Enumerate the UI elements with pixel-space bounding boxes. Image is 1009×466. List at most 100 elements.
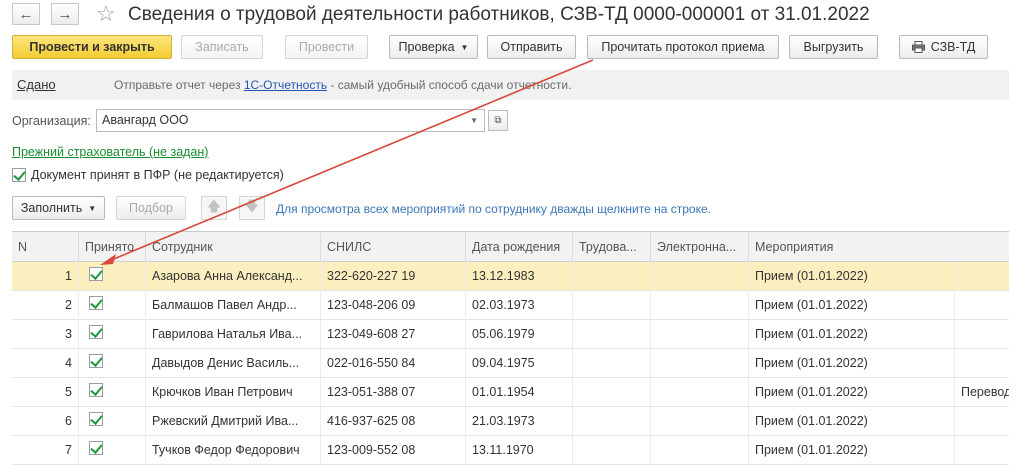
cell-workbook [573, 262, 651, 291]
open-organization-button[interactable]: ⧉ [488, 110, 508, 131]
cell-extra [955, 320, 1009, 349]
accepted-checkbox[interactable] [12, 168, 26, 182]
cell-extra [955, 436, 1009, 465]
cell-birthdate: 13.11.1970 [466, 436, 573, 465]
save-button[interactable]: Записать [181, 35, 263, 59]
fill-button-label: Заполнить [20, 201, 83, 215]
organization-label: Организация: [12, 114, 91, 128]
accepted-checkbox-row[interactable]: Документ принят в ПФР (не редактируется) [12, 168, 284, 182]
cell-accepted [79, 349, 146, 378]
cell-birthdate: 13.12.1983 [466, 262, 573, 291]
read-protocol-button[interactable]: Прочитать протокол приема [587, 35, 779, 59]
accepted-checkbox[interactable] [89, 412, 103, 426]
accepted-checkbox[interactable] [89, 354, 103, 368]
select-button[interactable]: Подбор [116, 196, 186, 220]
star-icon[interactable]: ☆ [96, 1, 116, 27]
cell-events: Прием (01.01.2022) [749, 320, 955, 349]
move-up-button[interactable]: 🡅 [201, 196, 227, 220]
cell-events: Прием (01.01.2022) [749, 262, 955, 291]
cell-electronic [651, 262, 749, 291]
chevron-down-icon: ▼ [88, 203, 97, 213]
table-row[interactable]: 1 Азарова Анна Александ... 322-620-227 19 1… [12, 262, 1009, 291]
fill-button[interactable]: Заполнить ▼ [12, 196, 105, 220]
table-row[interactable]: 6 Ржевский Дмитрий Ива... 416-937-625 08 21… [12, 407, 1009, 436]
back-button[interactable]: ← [12, 3, 40, 25]
cell-n: 3 [12, 320, 79, 349]
cell-n: 7 [12, 436, 79, 465]
cell-electronic [651, 320, 749, 349]
info-text: Отправьте отчет через 1С-Отчетность - са… [114, 78, 571, 92]
cell-birthdate: 09.04.1975 [466, 349, 573, 378]
cell-snils: 123-009-552 08 [321, 436, 466, 465]
organization-value: Авангард ООО [102, 113, 189, 127]
cell-employee: Крючков Иван Петрович [146, 378, 321, 407]
check-button[interactable]: Проверка ▼ [389, 35, 478, 59]
cell-birthdate: 05.06.1979 [466, 320, 573, 349]
status-link[interactable]: Сдано [17, 77, 56, 92]
cell-n: 2 [12, 291, 79, 320]
reporting-link[interactable]: 1С-Отчетность [244, 78, 327, 92]
info-text-after: - самый удобный способ сдачи отчетности. [327, 78, 572, 92]
chevron-down-icon[interactable]: ▼ [470, 116, 478, 125]
column-header-workbook[interactable]: Трудова... [573, 232, 651, 262]
table-header: N Принято Сотрудник СНИЛС Дата рождения … [12, 232, 1009, 262]
table-row[interactable]: 3 Гаврилова Наталья Ива... 123-049-608 27 0… [12, 320, 1009, 349]
export-button[interactable]: Выгрузить [789, 35, 878, 59]
cell-n: 4 [12, 349, 79, 378]
cell-n: 6 [12, 407, 79, 436]
previous-insurer-link[interactable]: Прежний страхователь (не задан) [12, 145, 208, 159]
table-row[interactable]: 5 Крючков Иван Петрович 123-051-388 07 01.0… [12, 378, 1009, 407]
cell-workbook [573, 436, 651, 465]
cell-electronic [651, 436, 749, 465]
print-button[interactable]: СЗВ-ТД [899, 35, 988, 59]
cell-workbook [573, 291, 651, 320]
cell-snils: 123-049-608 27 [321, 320, 466, 349]
cell-workbook [573, 407, 651, 436]
cell-accepted [79, 378, 146, 407]
accepted-checkbox[interactable] [89, 267, 103, 281]
cell-extra [955, 407, 1009, 436]
column-header-events[interactable]: Мероприятия [749, 232, 1009, 262]
cell-extra: Перевод [961, 385, 1009, 399]
cell-workbook [573, 349, 651, 378]
cell-birthdate: 01.01.1954 [466, 378, 573, 407]
title-bar: ← → ☆ Сведения о трудовой деятельности р… [0, 0, 1009, 30]
organization-field[interactable]: Авангард ООО ▼ [96, 109, 485, 132]
accepted-checkbox[interactable] [89, 325, 103, 339]
cell-snils: 123-051-388 07 [321, 378, 466, 407]
column-header-employee[interactable]: Сотрудник [146, 232, 321, 262]
cell-snils: 322-620-227 19 [321, 262, 466, 291]
post-and-close-button[interactable]: Провести и закрыть [12, 35, 172, 59]
cell-employee: Балмашов Павел Андр... [146, 291, 321, 320]
accepted-checkbox[interactable] [89, 383, 103, 397]
cell-events: Прием (01.01.2022) [749, 378, 955, 407]
table-row[interactable]: 2 Балмашов Павел Андр... 123-048-206 09 02.… [12, 291, 1009, 320]
column-header-snils[interactable]: СНИЛС [321, 232, 466, 262]
arrow-right-icon: → [57, 5, 73, 23]
info-text-before: Отправьте отчет через [114, 78, 244, 92]
column-header-n[interactable]: N [12, 232, 79, 262]
cell-events: Прием (01.01.2022) [749, 291, 955, 320]
cell-birthdate: 21.03.1973 [466, 407, 573, 436]
accepted-checkbox[interactable] [89, 296, 103, 310]
column-header-birthdate[interactable]: Дата рождения [466, 232, 573, 262]
accepted-checkbox[interactable] [89, 441, 103, 455]
chevron-down-icon: ▼ [460, 42, 469, 52]
forward-button[interactable]: → [51, 3, 79, 25]
cell-employee: Гаврилова Наталья Ива... [146, 320, 321, 349]
cell-events: Прием (01.01.2022) [749, 349, 955, 378]
column-header-accepted[interactable]: Принято [79, 232, 146, 262]
column-header-electronic[interactable]: Электронна... [651, 232, 749, 262]
post-button[interactable]: Провести [285, 35, 368, 59]
table-row[interactable]: 4 Давыдов Денис Василь... 022-016-550 84 09… [12, 349, 1009, 378]
cell-electronic [651, 407, 749, 436]
cell-n: 5 [12, 378, 79, 407]
arrow-down-icon: 🡇 [244, 198, 260, 214]
cell-n: 1 [12, 262, 79, 291]
table-row[interactable]: 7 Тучков Федор Федорович 123-009-552 08 13.… [12, 436, 1009, 465]
cell-accepted [79, 407, 146, 436]
move-down-button[interactable]: 🡇 [239, 196, 265, 220]
cell-electronic [651, 291, 749, 320]
table-hint: Для просмотра всех мероприятий по сотруд… [276, 202, 711, 216]
send-button[interactable]: Отправить [487, 35, 576, 59]
